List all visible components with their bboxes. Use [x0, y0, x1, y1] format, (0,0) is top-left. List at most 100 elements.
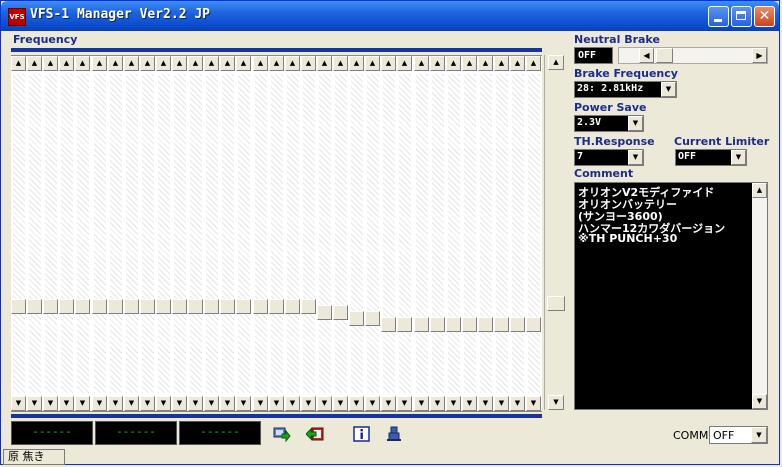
slider-up-arrow-button[interactable]: ▲: [172, 56, 187, 71]
slider-down-arrow-button[interactable]: ▼: [11, 396, 26, 411]
minimize-button[interactable]: [708, 6, 729, 27]
slider-up-arrow-button[interactable]: ▲: [59, 56, 74, 71]
slider-up-arrow-button[interactable]: ▲: [75, 56, 90, 71]
master-down-arrow-button[interactable]: ▼: [548, 395, 564, 410]
slider-track[interactable]: [287, 74, 299, 393]
frequency-slider[interactable]: ▲ ▼: [188, 56, 204, 411]
slider-up-arrow-button[interactable]: ▲: [27, 56, 42, 71]
slider-down-arrow-button[interactable]: ▼: [188, 396, 203, 411]
slider-down-arrow-button[interactable]: ▼: [140, 396, 155, 411]
frequency-slider[interactable]: ▲ ▼: [269, 56, 285, 411]
frequency-slider[interactable]: ▲ ▼: [349, 56, 365, 411]
chevron-down-icon[interactable]: ▼: [751, 427, 767, 443]
slider-down-arrow-button[interactable]: ▼: [478, 396, 493, 411]
frequency-slider[interactable]: ▲ ▼: [156, 56, 172, 411]
send-to-device-icon[interactable]: [273, 426, 291, 442]
slider-thumb[interactable]: [446, 317, 461, 332]
slider-thumb[interactable]: [301, 299, 316, 314]
slider-thumb[interactable]: [108, 299, 123, 314]
slider-track[interactable]: [528, 74, 540, 393]
slider-track[interactable]: [61, 74, 73, 393]
slider-up-arrow-button[interactable]: ▲: [11, 56, 26, 71]
frequency-slider[interactable]: ▲ ▼: [220, 56, 236, 411]
slider-track[interactable]: [45, 74, 57, 393]
slider-down-arrow-button[interactable]: ▼: [430, 396, 445, 411]
slider-up-arrow-button[interactable]: ▲: [236, 56, 251, 71]
slider-up-arrow-button[interactable]: ▲: [365, 56, 380, 71]
frequency-slider[interactable]: ▲ ▼: [43, 56, 59, 411]
slider-down-arrow-button[interactable]: ▼: [397, 396, 412, 411]
frequency-slider[interactable]: ▲ ▼: [204, 56, 220, 411]
slider-thumb[interactable]: [430, 317, 445, 332]
frequency-slider[interactable]: ▲ ▼: [478, 56, 494, 411]
info-icon[interactable]: [353, 426, 371, 442]
slider-thumb[interactable]: [285, 299, 300, 314]
slider-track[interactable]: [351, 74, 363, 393]
slider-down-arrow-button[interactable]: ▼: [365, 396, 380, 411]
frequency-slider[interactable]: ▲ ▼: [92, 56, 108, 411]
slider-up-arrow-button[interactable]: ▲: [397, 56, 412, 71]
slider-down-arrow-button[interactable]: ▼: [27, 396, 42, 411]
current-limiter-select[interactable]: OFF ▼: [675, 149, 747, 166]
slider-track[interactable]: [416, 74, 428, 393]
frequency-slider[interactable]: ▲ ▼: [526, 56, 542, 411]
slider-track[interactable]: [367, 74, 379, 393]
frequency-slider[interactable]: ▲ ▼: [285, 56, 301, 411]
slider-up-arrow-button[interactable]: ▲: [430, 56, 445, 71]
slider-track[interactable]: [190, 74, 202, 393]
slider-up-arrow-button[interactable]: ▲: [381, 56, 396, 71]
slider-up-arrow-button[interactable]: ▲: [446, 56, 461, 71]
slider-up-arrow-button[interactable]: ▲: [510, 56, 525, 71]
frequency-slider[interactable]: ▲ ▼: [301, 56, 317, 411]
app-icon[interactable]: VFS: [8, 8, 26, 26]
slider-track[interactable]: [335, 74, 347, 393]
slider-up-arrow-button[interactable]: ▲: [526, 56, 541, 71]
scroll-up-button[interactable]: ▲: [752, 183, 767, 198]
slider-up-arrow-button[interactable]: ▲: [333, 56, 348, 71]
slider-thumb[interactable]: [204, 299, 219, 314]
slider-up-arrow-button[interactable]: ▲: [301, 56, 316, 71]
slider-thumb[interactable]: [253, 299, 268, 314]
slider-down-arrow-button[interactable]: ▼: [526, 396, 541, 411]
frequency-slider[interactable]: ▲ ▼: [397, 56, 413, 411]
slider-up-arrow-button[interactable]: ▲: [92, 56, 107, 71]
slider-track[interactable]: [464, 74, 476, 393]
slider-thumb[interactable]: [75, 299, 90, 314]
slider-thumb[interactable]: [349, 311, 364, 326]
chevron-down-icon[interactable]: ▼: [661, 82, 676, 97]
slider-down-arrow-button[interactable]: ▼: [253, 396, 268, 411]
brake-frequency-select[interactable]: 28: 2.81kHz ▼: [574, 81, 677, 98]
slider-up-arrow-button[interactable]: ▲: [156, 56, 171, 71]
frequency-slider[interactable]: ▲ ▼: [414, 56, 430, 411]
slider-track[interactable]: [142, 74, 154, 393]
frequency-slider[interactable]: ▲ ▼: [365, 56, 381, 411]
slider-up-arrow-button[interactable]: ▲: [108, 56, 123, 71]
slider-down-arrow-button[interactable]: ▼: [108, 396, 123, 411]
slider-track[interactable]: [271, 74, 283, 393]
slider-track[interactable]: [303, 74, 315, 393]
frequency-slider[interactable]: ▲ ▼: [236, 56, 252, 411]
scroll-right-button[interactable]: ▶: [752, 48, 767, 63]
slider-track[interactable]: [77, 74, 89, 393]
slider-up-arrow-button[interactable]: ▲: [414, 56, 429, 71]
chevron-down-icon[interactable]: ▼: [628, 116, 643, 131]
slider-down-arrow-button[interactable]: ▼: [462, 396, 477, 411]
slider-up-arrow-button[interactable]: ▲: [494, 56, 509, 71]
slider-thumb[interactable]: [317, 305, 332, 320]
slider-up-arrow-button[interactable]: ▲: [349, 56, 364, 71]
slider-track[interactable]: [110, 74, 122, 393]
exit-icon[interactable]: [385, 426, 403, 442]
slider-down-arrow-button[interactable]: ▼: [220, 396, 235, 411]
frequency-slider[interactable]: ▲ ▼: [510, 56, 526, 411]
slider-thumb[interactable]: [397, 317, 412, 332]
slider-down-arrow-button[interactable]: ▼: [510, 396, 525, 411]
slider-thumb[interactable]: [140, 299, 155, 314]
slider-track[interactable]: [448, 74, 460, 393]
slider-down-arrow-button[interactable]: ▼: [204, 396, 219, 411]
slider-down-arrow-button[interactable]: ▼: [172, 396, 187, 411]
neutral-brake-scroll-thumb[interactable]: [656, 48, 673, 63]
slider-up-arrow-button[interactable]: ▲: [253, 56, 268, 71]
slider-thumb[interactable]: [381, 317, 396, 332]
slider-track[interactable]: [13, 74, 25, 393]
slider-up-arrow-button[interactable]: ▲: [188, 56, 203, 71]
